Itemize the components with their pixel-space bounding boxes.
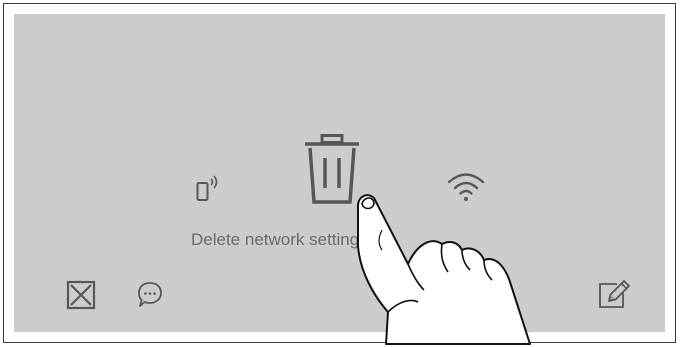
display-screen: Delete network settings bbox=[14, 14, 665, 332]
edit-pencil-icon[interactable] bbox=[597, 278, 631, 310]
close-box-icon[interactable] bbox=[66, 280, 96, 310]
smartphone-signal-icon bbox=[196, 172, 226, 206]
status-text: Delete network settings bbox=[191, 230, 368, 249]
pointing-hand-icon bbox=[344, 186, 564, 346]
device-frame: Delete network settings bbox=[3, 3, 676, 346]
chat-bubble-icon[interactable] bbox=[136, 280, 164, 310]
